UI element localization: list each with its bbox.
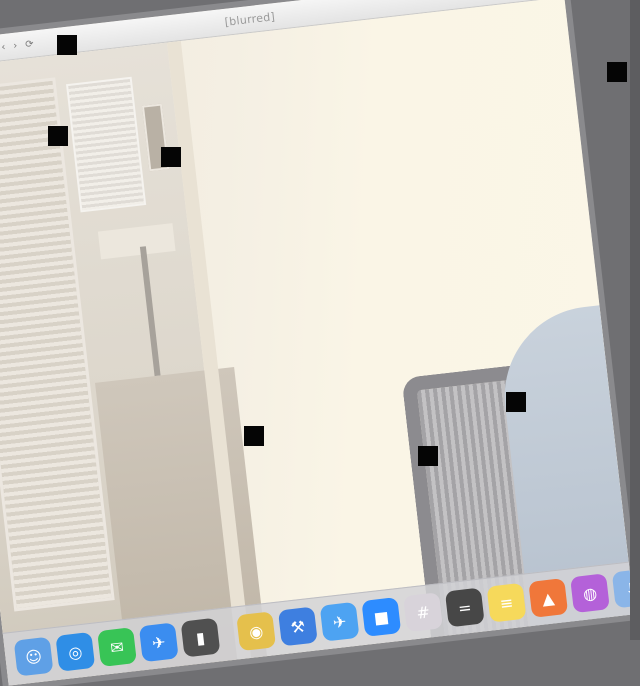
safari-icon[interactable]: ◎: [55, 631, 96, 672]
messages-icon[interactable]: ✉: [97, 627, 137, 667]
redaction-box: [506, 392, 526, 412]
redaction-box: [607, 62, 627, 82]
redaction-box: [48, 126, 68, 146]
redaction-box: [57, 35, 77, 55]
mail-icon[interactable]: ✈: [138, 622, 179, 663]
reload-icon[interactable]: ⟳: [25, 38, 35, 50]
zoom-icon[interactable]: ■: [361, 597, 402, 637]
redaction-box: [161, 147, 181, 167]
redaction-box: [418, 446, 438, 466]
podcasts-icon[interactable]: ◍: [570, 573, 610, 614]
xcode-icon[interactable]: ⚒: [277, 606, 318, 647]
dock-separator: [226, 616, 231, 653]
redaction-box: [244, 426, 264, 446]
monitor-screen: ‹ › ⟳ [blurred] ☺◎✉✈▮◉⚒✈■#=≡▲◍⬇: [0, 0, 635, 686]
terminal-icon[interactable]: ▮: [180, 617, 221, 658]
forward-icon[interactable]: ›: [13, 40, 18, 51]
notes-icon[interactable]: ≡: [486, 582, 527, 623]
finder-icon[interactable]: ☺: [13, 636, 54, 677]
slack-icon[interactable]: #: [403, 592, 443, 633]
chrome-icon[interactable]: ◉: [236, 611, 277, 652]
window-title: [blurred]: [223, 9, 276, 29]
testflight-icon[interactable]: ✈: [319, 601, 360, 642]
calculator-icon[interactable]: =: [444, 587, 485, 628]
screen-bezel: [630, 0, 640, 640]
brave-icon[interactable]: ▲: [528, 578, 569, 618]
back-icon[interactable]: ‹: [1, 41, 6, 52]
